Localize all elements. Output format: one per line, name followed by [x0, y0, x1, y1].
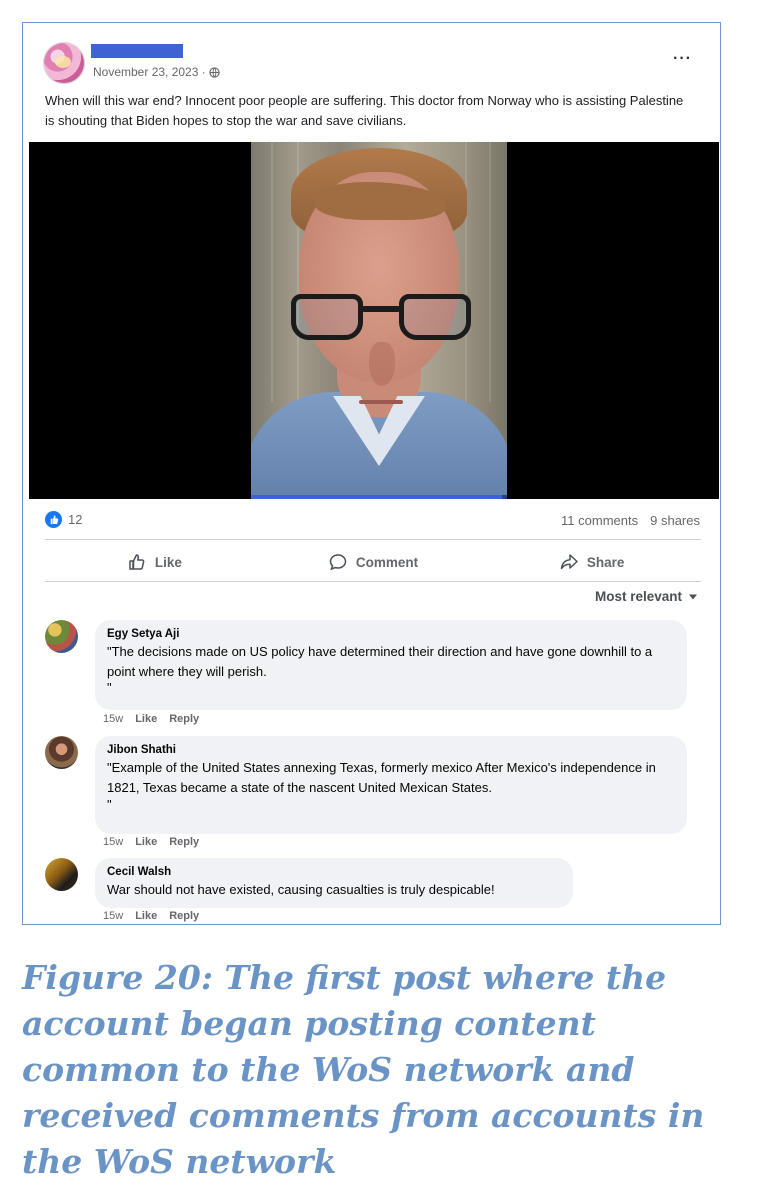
sort-label: Most relevant: [594, 589, 682, 604]
divider: [45, 539, 701, 540]
comment-like-button[interactable]: Like: [135, 713, 157, 725]
comment-like-button[interactable]: Like: [135, 910, 157, 922]
video-person-glasses: [291, 294, 471, 344]
post-text: When will this war end? Innocent poor pe…: [45, 93, 684, 128]
comment-meta: 15w Like Reply: [103, 713, 199, 725]
post-video[interactable]: [29, 142, 719, 499]
reaction-count: 12: [68, 512, 83, 527]
commenter-name[interactable]: Egy Setya Aji: [107, 627, 675, 642]
comment-bubble: Jibon Shathi "Example of the United Stat…: [95, 736, 687, 834]
author-avatar[interactable]: [43, 42, 85, 84]
video-person-mouth: [359, 400, 403, 404]
figure-caption: Figure 20: The first post where the acco…: [22, 958, 705, 1181]
video-frame: [251, 142, 507, 499]
comment-text: War should not have existed, causing cas…: [107, 882, 495, 897]
divider: [45, 581, 701, 582]
engagement-counts: 11 comments 9 shares: [561, 513, 700, 528]
commenter-name[interactable]: Cecil Walsh: [107, 865, 561, 880]
post-actions: Like Comment Share: [45, 544, 701, 580]
thumbs-up-icon: [129, 554, 145, 570]
like-reaction-icon: [45, 511, 62, 528]
comment-time[interactable]: 15w: [103, 910, 123, 922]
comment-trailing-quote: ": [107, 797, 112, 812]
redacted-author-name: [91, 44, 183, 58]
comment-reply-button[interactable]: Reply: [169, 910, 199, 922]
comment-trailing-quote: ": [107, 680, 112, 695]
comment-reply-button[interactable]: Reply: [169, 713, 199, 725]
video-progress-bar[interactable]: [251, 495, 507, 499]
reaction-summary[interactable]: 12: [45, 511, 82, 528]
comment-button[interactable]: Comment: [264, 544, 483, 580]
comment-reply-button[interactable]: Reply: [169, 836, 199, 848]
comment-text: "The decisions made on US policy have de…: [107, 644, 653, 679]
comment-meta: 15w Like Reply: [103, 836, 199, 848]
commenter-name[interactable]: Jibon Shathi: [107, 743, 675, 758]
facebook-post-screenshot: November 23, 2023 · ··· When will this w…: [22, 22, 721, 925]
comment-time[interactable]: 15w: [103, 836, 123, 848]
share-label: Share: [586, 554, 625, 570]
comment-icon: [329, 554, 347, 571]
comment-sort-dropdown[interactable]: Most relevant: [595, 589, 698, 604]
video-person-nose: [369, 342, 395, 386]
share-icon: [560, 554, 578, 570]
post-meta: November 23, 2023 ·: [93, 65, 220, 79]
comment-meta: 15w Like Reply: [103, 910, 199, 922]
comment-time[interactable]: 15w: [103, 713, 123, 725]
commenter-avatar[interactable]: [45, 736, 78, 769]
comment-bubble: Cecil Walsh War should not have existed,…: [95, 858, 573, 908]
caret-down-icon: [689, 594, 697, 599]
comment-label: Comment: [355, 554, 419, 570]
share-button[interactable]: Share: [482, 544, 701, 580]
commenter-avatar[interactable]: [45, 858, 78, 891]
post-date[interactable]: November 23, 2023 ·: [93, 65, 206, 79]
shares-count[interactable]: 9 shares: [650, 513, 700, 528]
video-progress-fill: [251, 495, 502, 499]
commenter-avatar[interactable]: [45, 620, 78, 653]
comment-text: "Example of the United States annexing T…: [107, 760, 656, 795]
globe-icon: [209, 66, 220, 78]
like-label: Like: [154, 554, 182, 570]
comments-count[interactable]: 11 comments: [561, 513, 638, 528]
like-button[interactable]: Like: [45, 544, 264, 580]
more-options-icon[interactable]: ···: [673, 51, 692, 67]
comment-like-button[interactable]: Like: [135, 836, 157, 848]
comment-bubble: Egy Setya Aji "The decisions made on US …: [95, 620, 687, 710]
